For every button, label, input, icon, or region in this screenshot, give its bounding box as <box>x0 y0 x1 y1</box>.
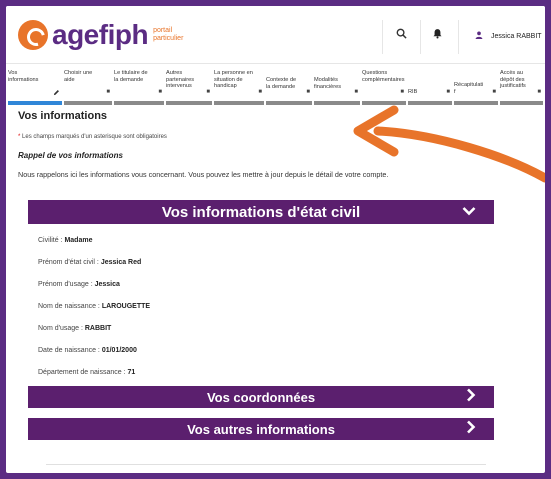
page-frame: agefiph portail particulier Jessica RABB… <box>6 6 545 473</box>
annotation-arrow-icon <box>353 105 545 183</box>
